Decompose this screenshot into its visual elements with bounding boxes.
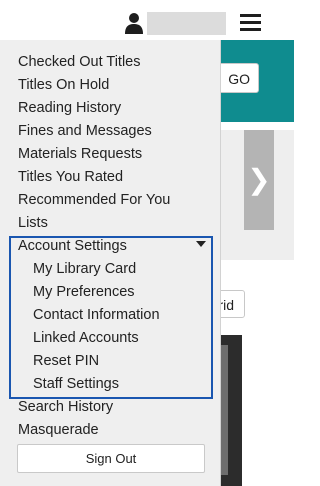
hamburger-icon[interactable]: [240, 14, 261, 32]
submenu-item-reset-pin[interactable]: Reset PIN: [33, 351, 99, 371]
top-header: [0, 0, 294, 40]
menu-item-materials-requests[interactable]: Materials Requests: [18, 144, 142, 164]
menu-item-account-settings[interactable]: Account Settings: [18, 236, 127, 256]
menu-item-checked-out[interactable]: Checked Out Titles: [18, 52, 141, 72]
submenu-item-library-card[interactable]: My Library Card: [33, 259, 136, 279]
menu-item-masquerade[interactable]: Masquerade: [18, 420, 99, 440]
user-icon[interactable]: [124, 12, 144, 34]
menu-item-holds[interactable]: Titles On Hold: [18, 75, 109, 95]
submenu-item-contact-info[interactable]: Contact Information: [33, 305, 160, 325]
submenu-item-preferences[interactable]: My Preferences: [33, 282, 135, 302]
sign-out-button[interactable]: Sign Out: [17, 444, 205, 473]
menu-item-recommended[interactable]: Recommended For You: [18, 190, 170, 210]
menu-item-reading-history[interactable]: Reading History: [18, 98, 121, 118]
menu-item-search-history[interactable]: Search History: [18, 397, 113, 417]
user-name-placeholder[interactable]: [147, 12, 226, 35]
account-menu: Checked Out Titles Titles On Hold Readin…: [0, 40, 221, 486]
submenu-item-linked-accounts[interactable]: Linked Accounts: [33, 328, 139, 348]
menu-item-lists[interactable]: Lists: [18, 213, 48, 233]
carousel-next-icon[interactable]: ❯: [244, 130, 274, 230]
menu-item-fines[interactable]: Fines and Messages: [18, 121, 152, 141]
submenu-item-staff-settings[interactable]: Staff Settings: [33, 374, 119, 394]
menu-item-rated[interactable]: Titles You Rated: [18, 167, 123, 187]
caret-down-icon[interactable]: [196, 241, 206, 247]
